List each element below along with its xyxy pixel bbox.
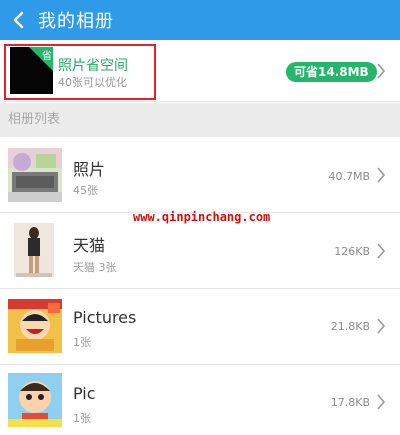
album-row-pictures[interactable]: Pictures 1张 21.8KB xyxy=(0,289,400,365)
album-thumbnail xyxy=(8,299,62,353)
optimize-thumbnail: 省 xyxy=(10,47,53,94)
album-size: 21.8KB xyxy=(330,320,370,333)
save-size-badge: 可省14.8MB xyxy=(286,62,377,82)
album-count: 天猫 3张 xyxy=(73,261,117,274)
chevron-right-icon xyxy=(377,167,386,183)
pictures-thumbnail-image xyxy=(8,299,62,353)
album-count: 45张 xyxy=(73,184,98,197)
album-row-photos[interactable]: 照片 45张 40.7MB xyxy=(0,137,400,213)
album-name: Pic xyxy=(73,384,96,403)
album-thumbnail xyxy=(8,148,62,202)
album-row-pic[interactable]: Pic 1张 17.8KB xyxy=(0,365,400,435)
album-name: 照片 xyxy=(73,160,106,179)
chevron-right-icon xyxy=(377,394,386,410)
album-count: 1张 xyxy=(73,336,91,349)
back-button[interactable] xyxy=(0,0,36,40)
album-name: 天猫 xyxy=(73,236,106,255)
album-row-tmall[interactable]: 天猫 天猫 3张 126KB xyxy=(0,213,400,289)
app-header: 我的相册 xyxy=(0,0,400,40)
chevron-right-icon xyxy=(377,243,386,259)
optimize-title: 照片省空间 xyxy=(58,58,128,74)
album-name: Pictures xyxy=(73,308,137,327)
page-title: 我的相册 xyxy=(38,11,114,32)
back-chevron-icon xyxy=(13,11,24,29)
tmall-thumbnail-image xyxy=(14,223,54,277)
chevron-right-icon[interactable] xyxy=(376,63,386,79)
album-thumbnail xyxy=(14,223,54,277)
chevron-right-icon xyxy=(377,318,386,334)
album-size: 40.7MB xyxy=(328,170,370,183)
watermark-text: www.qinpinchang.com xyxy=(133,210,271,224)
album-size: 126KB xyxy=(334,245,370,258)
album-thumbnail xyxy=(8,373,62,427)
album-list-header: 相册列表 xyxy=(0,103,400,137)
optimize-subtitle: 40张可以优化 xyxy=(58,76,127,89)
photos-thumbnail-image xyxy=(8,148,62,202)
save-corner-label: 省 xyxy=(42,51,52,62)
pic-thumbnail-image xyxy=(8,373,62,427)
album-count: 1张 xyxy=(73,412,91,425)
album-size: 17.8KB xyxy=(330,396,370,409)
